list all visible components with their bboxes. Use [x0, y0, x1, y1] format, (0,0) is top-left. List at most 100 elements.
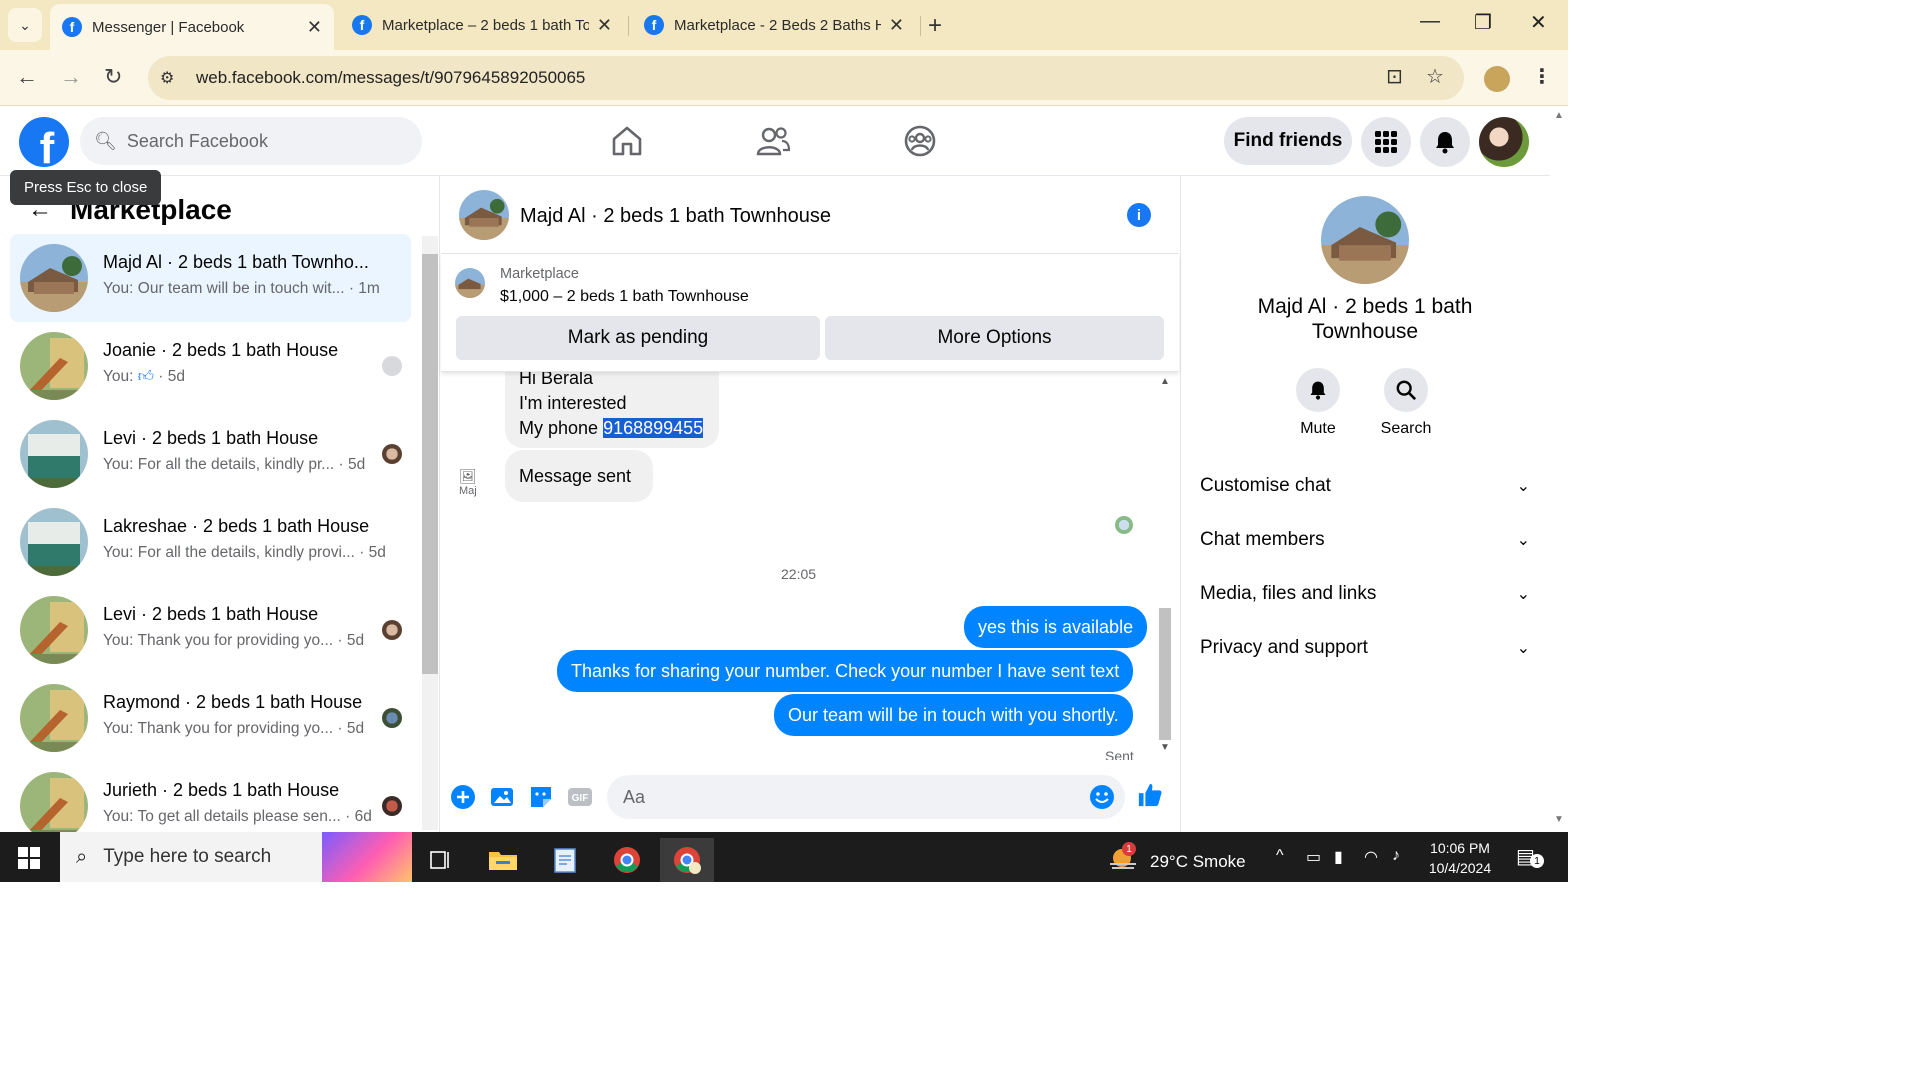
new-tab-button[interactable]: + [928, 12, 942, 40]
site-settings-icon[interactable]: ⚙ [160, 68, 182, 88]
task-view-icon[interactable] [414, 838, 468, 882]
tab-marketplace-townhouse[interactable]: f Marketplace – 2 beds 1 bath To ✕ [340, 6, 624, 44]
facebook-search-input[interactable] [126, 130, 387, 152]
chat-avatar[interactable] [459, 190, 509, 240]
media-files-links-section[interactable]: Media, files and links ⌄ [1200, 574, 1530, 614]
notification-center-icon[interactable]: ▤ 1 [1516, 844, 1544, 869]
plus-circle-icon[interactable] [450, 784, 476, 810]
account-avatar[interactable] [1479, 117, 1529, 167]
phone-number[interactable]: 9168899455 [603, 418, 704, 438]
chat-title[interactable]: Majd Al · 2 beds 1 bath Townhouse [520, 205, 831, 228]
conversation-item[interactable]: Levi · 2 beds 1 bath House You: Thank yo… [10, 586, 411, 674]
facebook-search[interactable]: 🔍︎ [80, 117, 422, 165]
contact-avatar[interactable] [1321, 196, 1409, 284]
battery-icon[interactable]: ▮ [1334, 847, 1343, 867]
conversation-item[interactable]: Jurieth · 2 beds 1 bath House You: To ge… [10, 762, 411, 832]
tab-marketplace-house[interactable]: f Marketplace - 2 Beds 2 Baths H ✕ [632, 6, 916, 44]
weather-widget[interactable]: 1 29°C Smoke [1108, 842, 1246, 877]
mute-button[interactable]: Mute [1278, 368, 1358, 438]
scroll-up-arrow-icon[interactable]: ▲ [1554, 110, 1564, 121]
close-icon[interactable]: ✕ [597, 15, 612, 36]
scrollbar-thumb[interactable] [1159, 608, 1171, 740]
file-explorer-icon[interactable] [476, 838, 530, 882]
facebook-favicon-icon: f [352, 15, 372, 35]
friends-icon[interactable] [756, 124, 790, 158]
outgoing-message[interactable]: Our team will be in touch with you short… [774, 694, 1133, 736]
forward-button[interactable]: → [60, 64, 82, 90]
sent-status: Sent [1105, 748, 1134, 760]
sticker-icon[interactable] [528, 784, 554, 810]
page-scrollbar[interactable]: ▲ ▼ [1550, 106, 1568, 832]
find-friends-button[interactable]: Find friends [1224, 117, 1352, 165]
like-thumbs-up-icon[interactable] [1137, 782, 1163, 808]
scroll-up-arrow-icon[interactable]: ▲ [1160, 376, 1170, 387]
taskbar-clock[interactable]: 10:06 PM 10/4/2024 [1422, 838, 1498, 878]
windows-start-icon[interactable] [18, 847, 40, 869]
notifications-button[interactable] [1420, 117, 1470, 167]
menu-grid-button[interactable] [1361, 117, 1411, 167]
listing-thumbnail [20, 332, 88, 400]
info-icon[interactable]: i [1127, 203, 1151, 227]
tab-search-button[interactable]: ⌄ [8, 8, 42, 42]
more-options-button[interactable]: More Options [825, 316, 1164, 360]
close-icon[interactable]: ✕ [307, 17, 322, 38]
home-icon[interactable] [610, 124, 644, 158]
tab-messenger[interactable]: f Messenger | Facebook ✕ [50, 4, 334, 50]
back-button[interactable]: ← [16, 64, 38, 90]
close-icon[interactable]: ✕ [889, 15, 904, 36]
outgoing-message[interactable]: yes this is available [964, 606, 1148, 648]
conversation-item[interactable]: Majd Al · 2 beds 1 bath Townho... You: O… [10, 234, 411, 322]
photo-icon[interactable] [489, 784, 515, 810]
listing-thumbnail [20, 508, 88, 576]
minimize-button[interactable]: — [1420, 10, 1440, 33]
listing-price[interactable]: $1,000 – 2 beds 1 bath Townhouse [500, 288, 749, 306]
scroll-down-arrow-icon[interactable]: ▼ [1554, 814, 1564, 825]
conversation-list-scrollbar[interactable] [422, 236, 438, 830]
address-bar[interactable]: ⚙ web.facebook.com/messages/t/9079645892… [148, 56, 1464, 100]
taskbar-search-input[interactable] [103, 846, 324, 868]
chat-scrollbar[interactable]: ▲ ▼ [1157, 372, 1173, 758]
conversation-item[interactable]: Lakreshae · 2 beds 1 bath House You: For… [10, 498, 411, 586]
message-input-box[interactable] [607, 775, 1125, 819]
outgoing-message[interactable]: Thanks for sharing your number. Check yo… [557, 650, 1134, 692]
chat-members-section[interactable]: Chat members ⌄ [1200, 520, 1530, 560]
volume-icon[interactable]: ♪ [1392, 847, 1400, 865]
reload-button[interactable]: ↻ [104, 64, 122, 90]
clock-date: 10/4/2024 [1428, 860, 1492, 876]
meet-now-icon[interactable]: ▭ [1306, 847, 1321, 867]
facebook-logo[interactable]: f [19, 117, 69, 167]
mark-as-pending-button[interactable]: Mark as pending [456, 316, 820, 360]
conversation-item[interactable]: Raymond · 2 beds 1 bath House You: Thank… [10, 674, 411, 762]
chrome-profile-app-icon[interactable] [660, 838, 714, 882]
emoji-icon[interactable] [1089, 784, 1115, 815]
url-text[interactable]: web.facebook.com/messages/t/907964589205… [196, 68, 585, 88]
conversation-item[interactable]: Levi · 2 beds 1 bath House You: For all … [10, 410, 411, 498]
bookmark-star-icon[interactable]: ☆ [1426, 64, 1444, 89]
listing-thumbnail[interactable] [455, 268, 485, 298]
scroll-down-arrow-icon[interactable]: ▼ [1160, 742, 1170, 753]
restore-button[interactable]: ❐ [1474, 10, 1492, 35]
search-in-chat-button[interactable]: Search [1366, 368, 1446, 438]
gif-icon[interactable]: GIF [567, 784, 593, 810]
notepad-app-icon[interactable] [538, 838, 592, 882]
customise-chat-section[interactable]: Customise chat ⌄ [1200, 466, 1530, 506]
window-close-button[interactable]: ✕ [1530, 10, 1547, 35]
groups-icon[interactable] [903, 124, 937, 158]
listing-thumbnail [20, 420, 88, 488]
message-sent-bubble[interactable]: Message sent [505, 450, 653, 502]
install-app-icon[interactable]: ⊡ [1386, 64, 1403, 89]
privacy-support-section[interactable]: Privacy and support ⌄ [1200, 628, 1530, 668]
conversation-item[interactable]: Joanie · 2 beds 1 bath House You: 👍︎ · 5… [10, 322, 411, 410]
search-highlight-image [322, 832, 412, 882]
wifi-icon[interactable]: ◠ [1364, 847, 1378, 867]
scrollbar-thumb[interactable] [422, 254, 438, 674]
chrome-app-icon[interactable] [600, 838, 654, 882]
conversation-name: Levi · 2 beds 1 bath House [103, 604, 319, 624]
browser-menu-icon[interactable]: ⋮ [1532, 64, 1552, 89]
browser-profile-avatar[interactable] [1484, 66, 1510, 92]
message-input[interactable] [623, 786, 1043, 808]
incoming-message[interactable]: Hi Berala I'm interested My phone 916889… [505, 372, 719, 448]
taskbar-search[interactable]: ⌕ [60, 832, 412, 882]
listing-thumbnail [20, 244, 88, 312]
chevron-up-icon[interactable]: ^ [1276, 847, 1284, 865]
